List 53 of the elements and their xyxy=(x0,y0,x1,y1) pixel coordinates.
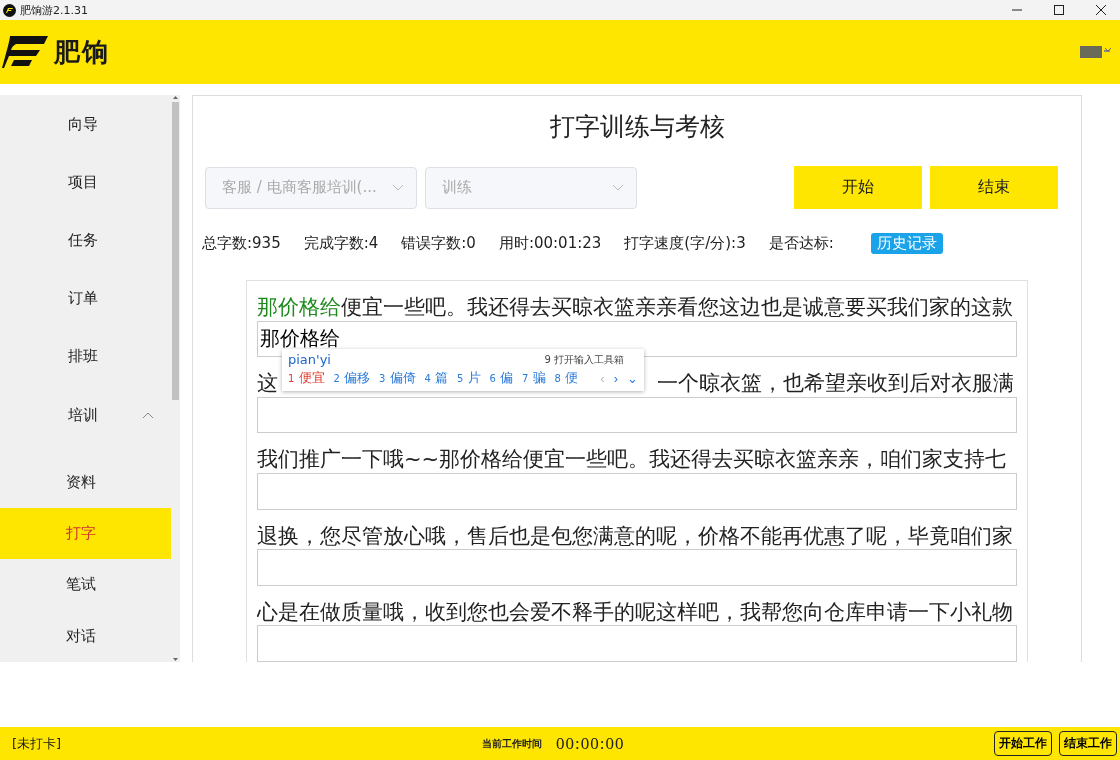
ime-candidate[interactable]: 1 便宜 xyxy=(288,369,325,387)
window-title: 肥饷游2.1.31 xyxy=(20,2,89,18)
ime-candidate[interactable]: 7 骗 xyxy=(522,369,546,387)
source-text: 一个晾衣篮，也希望亲收到后对衣服满 xyxy=(657,370,1014,395)
expand-button[interactable]: ⌄ xyxy=(627,370,638,386)
input-field[interactable] xyxy=(257,549,1017,586)
work-button[interactable]: 开始工作 xyxy=(994,731,1052,756)
source-text: 我们推广一下哦~~那价格给便宜一些吧。我还得去买晾衣篮亲亲，咱们家支持七 xyxy=(257,446,1007,472)
chevron-icon xyxy=(392,184,404,191)
ime-candidate[interactable]: 4 篇 xyxy=(424,369,449,387)
ime-candidate[interactable]: 6 偏 xyxy=(489,369,514,387)
source-text: 那价格给便宜一些吧。我还得去买晾衣篮亲亲看您这边也是诚意要买我们家的这款 xyxy=(257,294,1013,319)
source-text: 这 xyxy=(257,370,278,395)
input-field[interactable] xyxy=(257,625,1017,662)
logo-icon xyxy=(2,36,48,68)
stat-label: 打字速度(字/分):3 xyxy=(624,234,746,253)
scroll-up-icon[interactable] xyxy=(172,95,179,100)
sidebar-item[interactable]: 打字 xyxy=(0,507,171,560)
sidebar-item[interactable]: 对话 xyxy=(0,610,171,662)
work-button[interactable]: 结束工作 xyxy=(1059,731,1117,756)
action-button[interactable]: 开始 xyxy=(794,166,922,209)
stat-label: 完成字数:4 xyxy=(303,234,379,253)
sidebar-item[interactable]: 笔试 xyxy=(0,559,171,611)
source-text: 心是在做质量哦，收到您也会爱不释手的呢这样吧，我帮您向仓库申请一下小礼物 xyxy=(257,598,1013,624)
sidebar-item[interactable]: 资料 xyxy=(0,456,171,508)
sidebar-item[interactable]: 订单 xyxy=(0,269,171,328)
sidebar-item[interactable]: 向导 xyxy=(0,95,171,154)
stat-label: 是否达标: xyxy=(768,234,834,253)
next-page-button[interactable]: › xyxy=(613,370,618,386)
input-field[interactable] xyxy=(257,473,1017,510)
scrollbar-thumb[interactable] xyxy=(172,102,179,400)
ime-candidate[interactable]: 5 片 xyxy=(457,369,481,387)
stat-label: 总字数:935 xyxy=(202,234,281,253)
action-button[interactable]: 结束 xyxy=(930,166,1058,209)
stat-label: 错误字数:0 xyxy=(401,234,476,253)
scroll-down-icon[interactable] xyxy=(172,657,179,662)
app-logo-icon xyxy=(3,3,16,17)
page-title: 打字训练与考核 xyxy=(549,111,725,143)
chevron-icon xyxy=(612,184,624,191)
input-field[interactable] xyxy=(257,396,1017,434)
sidebar-item[interactable]: 项目 xyxy=(0,153,171,212)
ime-candidate[interactable]: 3 偏倚 xyxy=(379,369,416,387)
sidebar-item[interactable]: 任务 xyxy=(0,211,171,270)
ime-candidate[interactable]: 2 偏移 xyxy=(333,369,371,387)
work-timer: 00:00:00 xyxy=(556,733,625,754)
stat-label: 用时:00:01:23 xyxy=(498,234,602,253)
ime-candidate[interactable]: 8 便 xyxy=(554,369,579,387)
source-text: 退换，您尽管放心哦，售后也是包您满意的呢，价格不能再优惠了呢，毕竟咱们家 xyxy=(257,522,1013,548)
brand-name: 肥饷 xyxy=(54,35,110,69)
sidebar-item[interactable]: 培训 xyxy=(0,386,171,445)
time-label: 当前工作时间 xyxy=(482,736,542,751)
clock-status: [未打卡] xyxy=(12,734,63,753)
sidebar-item[interactable]: 排班 xyxy=(0,327,171,387)
